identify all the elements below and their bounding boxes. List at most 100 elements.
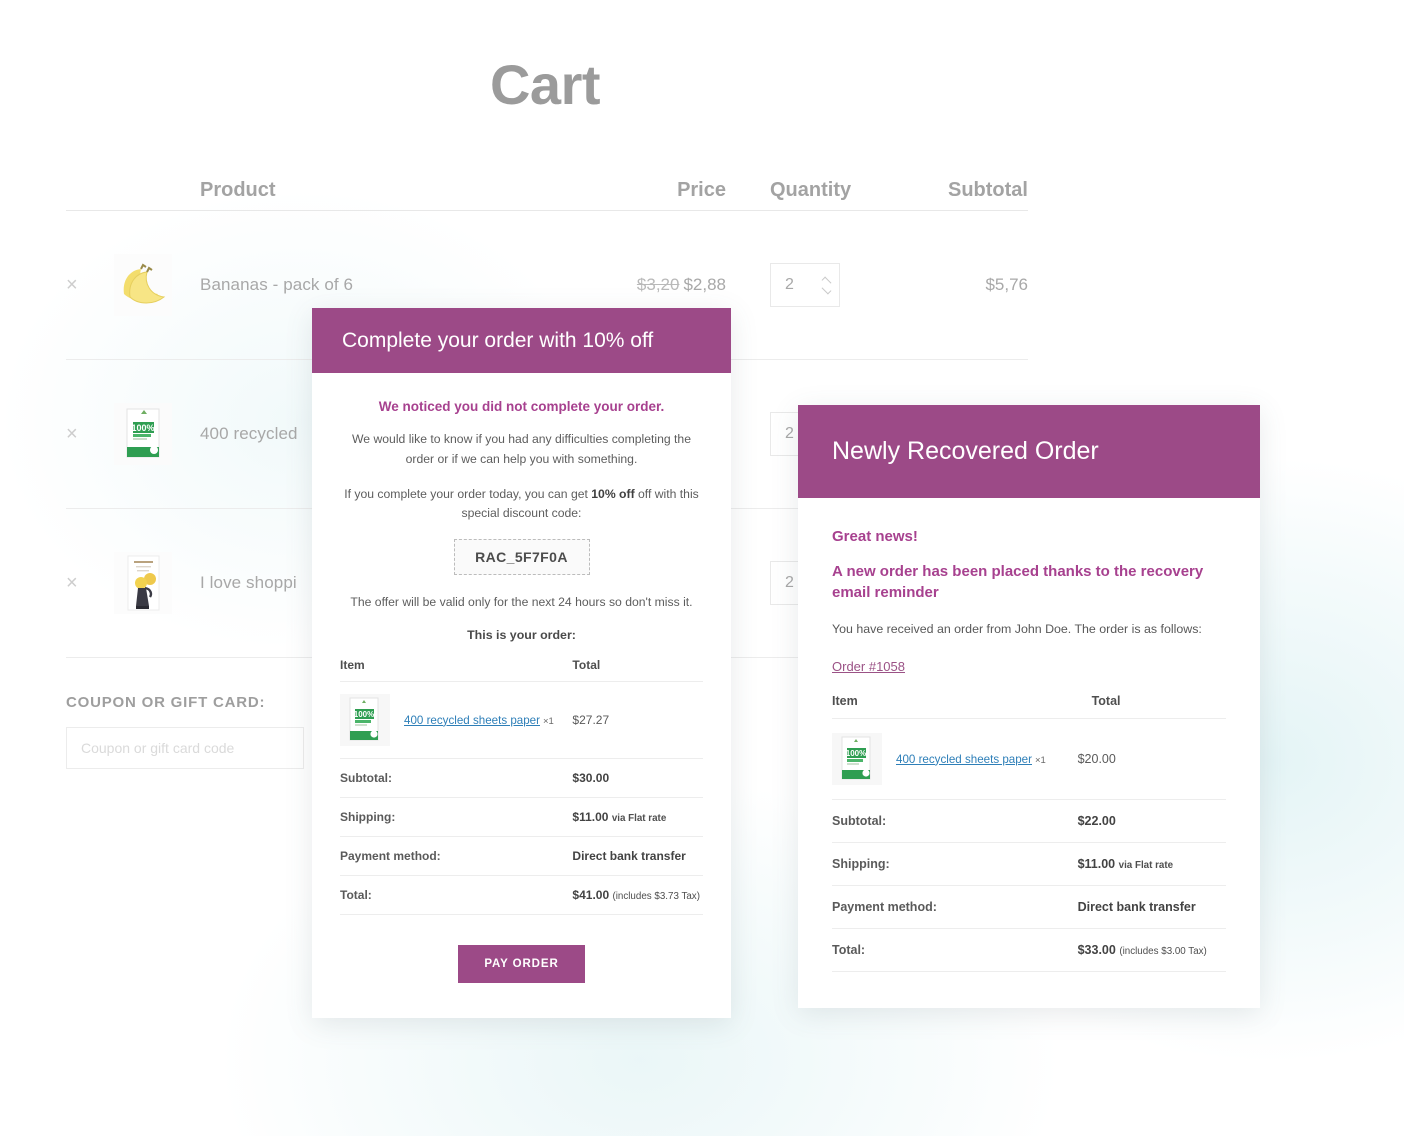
remove-item-icon[interactable]: ×: [66, 572, 78, 594]
product-name-cell: Bananas - pack of 6: [200, 275, 568, 295]
recovered-order-header-title: Newly Recovered Order: [832, 437, 1099, 465]
summary-value: $22.00: [1077, 799, 1226, 843]
recovered-order-heading-1: Great news!: [832, 528, 918, 545]
order-item-total: $27.27: [558, 681, 703, 759]
product-name[interactable]: I love shoppi: [200, 573, 297, 592]
price-sale: $2,88: [683, 275, 726, 294]
summary-label: Total:: [832, 928, 1078, 972]
page-title: Cart: [489, 53, 601, 116]
recovery-email-heading: We noticed you did not complete your ord…: [378, 399, 665, 414]
order-summary-row: Subtotal: $30.00: [340, 758, 703, 798]
order-item-cell: 100% 400 recycled sheets paper ×1: [832, 718, 1078, 800]
order-table-header-row: Item Total: [340, 657, 703, 682]
coupon-section: COUPON OR GIFT CARD:: [66, 694, 306, 769]
order-item-link[interactable]: 400 recycled sheets paper: [896, 753, 1032, 766]
subtotal-cell: $5,76: [985, 275, 1028, 294]
quantity-cell: 2: [738, 263, 888, 307]
summary-note: (includes $3.00 Tax): [1119, 945, 1207, 957]
order-item-link[interactable]: 400 recycled sheets paper: [404, 714, 540, 727]
remove-item-icon[interactable]: ×: [66, 423, 78, 445]
discount-code-box[interactable]: RAC_5F7F0A: [453, 539, 590, 576]
summary-label: Subtotal:: [832, 799, 1078, 843]
summary-label: Subtotal:: [340, 758, 559, 798]
cart-table-header: Product Price Quantity Subtotal: [66, 163, 1028, 211]
recycled-paper-thumbnail-icon: 100%: [832, 732, 882, 785]
recycled-paper-thumbnail-icon: 100%: [114, 403, 172, 465]
order-number-link[interactable]: Order #1058: [832, 659, 905, 674]
book-thumbnail-icon: [114, 552, 172, 614]
recovery-email-body: We noticed you did not complete your ord…: [312, 373, 731, 983]
recycled-paper-thumbnail-icon: 100%: [340, 693, 390, 746]
svg-text:100%: 100%: [354, 710, 374, 719]
thumb-cell: [114, 254, 200, 316]
order-table-header-row: Item Total: [832, 693, 1226, 719]
header-price: Price: [568, 179, 738, 202]
summary-value: Direct bank transfer: [558, 836, 703, 876]
svg-text:100%: 100%: [846, 749, 866, 758]
recovery-email-preview-card: Complete your order with 10% off We noti…: [312, 308, 731, 1018]
pay-order-button[interactable]: PAY ORDER: [458, 944, 585, 983]
order-item: 100% 400 recycled sheets paper ×1: [340, 693, 558, 746]
summary-amount: $30.00: [572, 770, 610, 785]
product-name[interactable]: Bananas - pack of 6: [200, 275, 353, 294]
order-summary-row: Payment method: Direct bank transfer: [832, 885, 1226, 929]
page-root: Cart Product Price Quantity Subtotal × B…: [0, 0, 1404, 1136]
coupon-label: COUPON OR GIFT CARD:: [66, 694, 266, 711]
recovery-email-order-table: Item Total 100% 400 recycled sheets pape…: [340, 657, 703, 915]
quantity-value: 2: [785, 574, 794, 591]
summary-amount: $33.00: [1077, 942, 1116, 957]
order-col-total: Total: [1077, 693, 1226, 719]
remove-cell: ×: [66, 275, 114, 296]
header-product-label: Product: [200, 179, 276, 201]
header-quantity-label: Quantity: [770, 179, 852, 201]
order-summary-row: Payment method: Direct bank transfer: [340, 836, 703, 876]
summary-value: $11.00 via Flat rate: [1077, 842, 1226, 886]
summary-value: $11.00 via Flat rate: [558, 797, 703, 837]
recovered-order-paragraph: You have received an order from John Doe…: [832, 621, 1202, 636]
summary-amount: Direct bank transfer: [1077, 899, 1196, 914]
summary-value: Direct bank transfer: [1077, 885, 1226, 929]
quantity-value: 2: [785, 276, 794, 293]
quantity-value: 2: [785, 425, 794, 442]
order-col-total: Total: [558, 657, 703, 682]
recovery-email-validity: The offer will be valid only for the nex…: [350, 595, 693, 610]
summary-label: Payment method:: [340, 836, 559, 876]
summary-value: $41.00 (includes $3.73 Tax): [558, 875, 703, 915]
summary-value: $33.00 (includes $3.00 Tax): [1077, 928, 1226, 972]
recovery-email-order-intro: This is your order:: [467, 627, 576, 642]
quantity-arrows[interactable]: [821, 276, 832, 294]
discount-text-pre: If you complete your order today, you ca…: [344, 486, 592, 501]
order-item-qty: ×1: [543, 715, 554, 727]
remove-cell: ×: [66, 573, 114, 594]
remove-item-icon[interactable]: ×: [66, 274, 78, 296]
order-summary-row: Total: $41.00 (includes $3.73 Tax): [340, 875, 703, 915]
summary-note: via Flat rate: [611, 812, 667, 824]
header-quantity: Quantity: [738, 179, 888, 202]
remove-cell: ×: [66, 424, 114, 445]
header-subtotal-label: Subtotal: [948, 179, 1028, 201]
recovery-email-paragraph-2: If you complete your order today, you ca…: [340, 485, 703, 525]
stepper-up-icon[interactable]: [821, 276, 832, 286]
bananas-thumbnail-icon: [114, 254, 172, 316]
discount-amount: 10% off: [591, 486, 635, 501]
coupon-input[interactable]: [66, 727, 304, 769]
recovered-order-header: Newly Recovered Order: [798, 405, 1260, 498]
summary-label: Shipping:: [340, 797, 559, 837]
order-summary-row: Shipping: $11.00 via Flat rate: [340, 797, 703, 837]
thumb-cell: [114, 552, 200, 614]
recovered-order-email-card: Newly Recovered Order Great news! A new …: [798, 405, 1260, 1008]
recovered-order-table: Item Total 100% 400 recycled sheets pape…: [832, 693, 1226, 972]
stepper-down-icon[interactable]: [821, 284, 832, 294]
price-cell: $3,20 $2,88: [568, 275, 738, 295]
summary-note: via Flat rate: [1118, 859, 1174, 871]
order-col-item: Item: [832, 693, 1078, 719]
summary-amount: $41.00: [572, 887, 610, 902]
quantity-stepper[interactable]: 2: [770, 263, 840, 307]
price-original: $3,20: [636, 275, 680, 294]
order-item-name-wrap: 400 recycled sheets paper ×1: [404, 713, 554, 727]
product-name[interactable]: 400 recycled: [200, 424, 298, 443]
summary-amount: $11.00: [1077, 856, 1116, 871]
recovery-email-paragraph-1: We would like to know if you had any dif…: [352, 432, 691, 466]
header-product: Product: [200, 179, 568, 202]
summary-label: Total:: [340, 875, 559, 915]
